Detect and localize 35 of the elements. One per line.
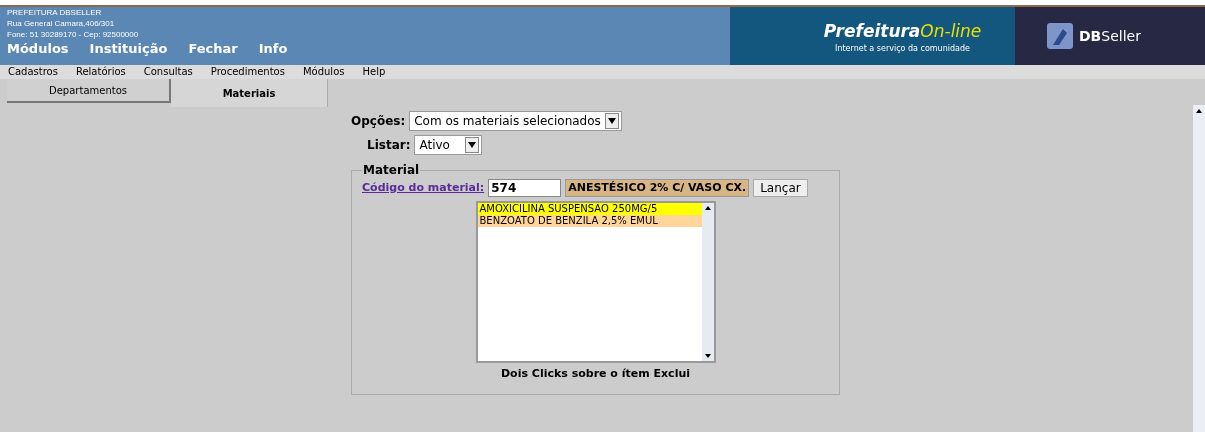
logo-text: On-line bbox=[920, 19, 982, 43]
scrollbar[interactable] bbox=[701, 203, 714, 361]
list-item[interactable]: AMOXICILINA SUSPENSAO 250MG/5 bbox=[477, 203, 702, 215]
page-scrollbar[interactable] bbox=[1193, 105, 1205, 432]
menu-item[interactable]: Consultas bbox=[143, 66, 193, 78]
menu-item[interactable]: Cadastros bbox=[8, 66, 58, 78]
menu-item[interactable]: Help bbox=[362, 66, 386, 78]
options-dropdown[interactable]: Com os materiais selecionados bbox=[409, 111, 622, 131]
cube-logo-icon bbox=[1045, 21, 1075, 51]
main-menu-item[interactable]: Instituição bbox=[89, 42, 168, 56]
material-code-field[interactable]: 574 bbox=[488, 179, 562, 197]
list-hint: Dois Clicks sobre o ítem Exclui bbox=[501, 366, 690, 382]
menu-item[interactable]: Relatórios bbox=[75, 66, 126, 78]
organization-info: PREFEITURA DBSELLER bbox=[7, 7, 103, 18]
menu-item[interactable]: Módulos bbox=[302, 66, 345, 78]
organization-info: Fone: 51 30289170 - Cep: 92500000 bbox=[7, 29, 140, 40]
options-label: Opções: bbox=[351, 113, 406, 130]
menu-item[interactable]: Procedimentos bbox=[210, 66, 285, 78]
tab[interactable]: Materiais bbox=[171, 79, 328, 107]
logo-text: Prefeitura bbox=[823, 19, 921, 43]
main-menu-item[interactable]: Info bbox=[258, 42, 288, 56]
list-filter-dropdown[interactable]: Ativo bbox=[414, 135, 483, 155]
logo-tagline: Internet a serviço da comunidade bbox=[835, 44, 970, 54]
organization-info: Rua General Camara,406/301 bbox=[7, 18, 116, 29]
material-description: ANESTÉSICO 2% C/ VASO CX. bbox=[565, 179, 750, 197]
main-menu-item[interactable]: Módulos bbox=[7, 42, 69, 56]
list-filter-label: Listar: bbox=[367, 137, 411, 154]
group-legend: Material bbox=[362, 161, 421, 179]
main-menu-item[interactable]: Fechar bbox=[188, 42, 238, 56]
materials-list[interactable]: AMOXICILINA SUSPENSAO 250MG/5 BENZOATO DE BENZILA 2,5% EMUL bbox=[475, 201, 716, 363]
material-code-link[interactable]: Código do material: bbox=[362, 179, 485, 197]
launch-button[interactable]: Lançar bbox=[753, 179, 808, 197]
brand-name: DBSeller bbox=[1079, 26, 1141, 46]
list-item[interactable]: BENZOATO DE BENZILA 2,5% EMUL bbox=[477, 215, 702, 227]
tab[interactable]: Departamentos bbox=[7, 79, 171, 103]
